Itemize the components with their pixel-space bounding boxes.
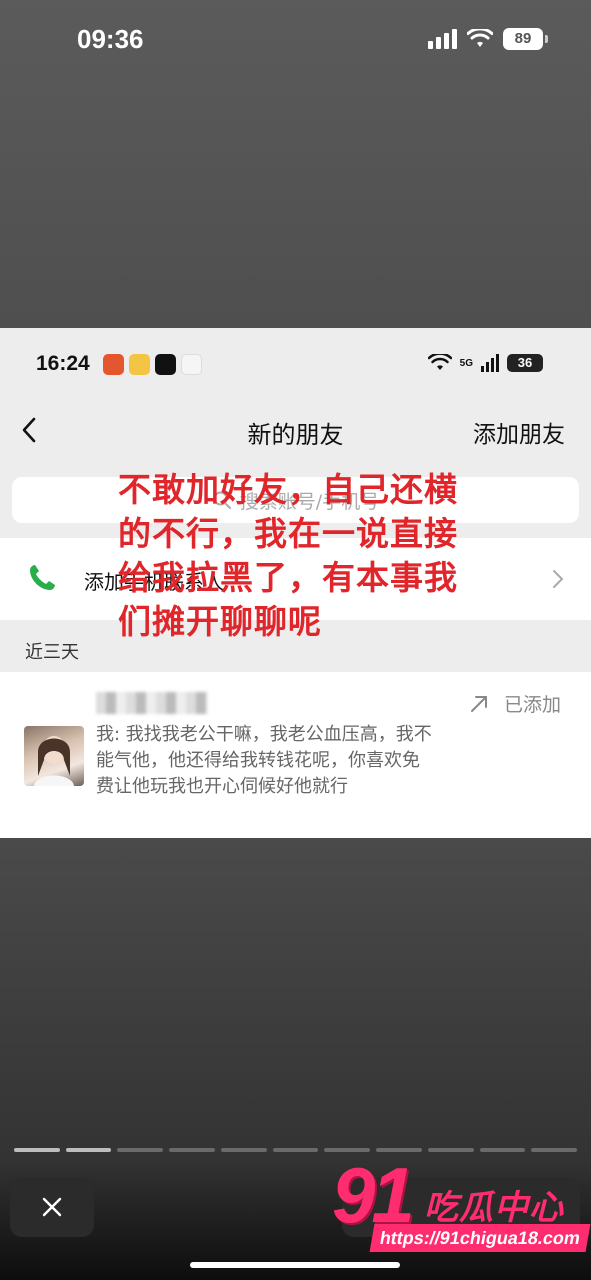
close-icon <box>42 1197 62 1217</box>
inner-wifi-icon <box>427 354 452 370</box>
story-segment <box>14 1148 60 1152</box>
section-header-recent: 近三天 <box>25 642 79 663</box>
inner-clock: 16:24 <box>36 352 90 375</box>
avatar[interactable] <box>24 726 84 786</box>
story-segment <box>220 1148 267 1152</box>
oppo-app-icon <box>181 354 202 375</box>
nav-bar: 新的朋友 添加朋友 <box>0 400 591 460</box>
cellular-signal-icon <box>428 29 457 49</box>
weather-app-icon <box>129 354 150 375</box>
home-indicator[interactable] <box>190 1262 400 1268</box>
friend-request-message: 我: 我找我老公干嘛，我老公血压高，我不能气他，他还得给我转钱花呢，你喜欢免费让… <box>96 724 432 797</box>
watermark-name: 吃瓜中心 <box>424 1188 564 1228</box>
outer-status-icons: 89 <box>428 28 548 50</box>
outer-clock: 09:36 <box>77 24 144 54</box>
arrow-up-right-icon <box>470 695 487 712</box>
watermark-url: https://91chigua18.com <box>369 1224 591 1252</box>
watermark-logo: 91 吃瓜中心 https://91chigua18.com <box>328 1150 591 1260</box>
story-segment <box>65 1148 112 1152</box>
inner-battery-icon: 36 <box>507 354 543 372</box>
add-friend-button[interactable]: 添加朋友 <box>473 415 565 449</box>
network-type-label: 5G <box>459 357 473 369</box>
inner-signal-icon <box>481 354 499 372</box>
story-segment <box>117 1148 164 1152</box>
friend-name-blurred <box>96 692 208 714</box>
chevron-right-icon <box>553 570 564 588</box>
phone-icon <box>30 565 55 590</box>
inner-status-bar: 16:24 5G 36 <box>0 328 591 400</box>
added-status: 已添加 <box>468 690 561 717</box>
added-status-label: 已添加 <box>503 694 561 716</box>
outer-status-bar: 09:36 89 <box>0 0 591 80</box>
tiktok-app-icon <box>155 354 176 375</box>
battery-icon: 89 <box>503 28 548 50</box>
app-icon-orange <box>103 354 124 375</box>
avatar-photo <box>34 736 74 786</box>
wifi-icon <box>467 29 493 47</box>
inner-status-icons: 5G 36 <box>427 354 543 372</box>
overlay-caption: 不敢加好友，自己还横的不行，我在一说直接给我拉黑了，有本事我们摊开聊聊呢 <box>118 470 458 641</box>
story-segment <box>272 1148 319 1152</box>
close-button[interactable] <box>10 1177 94 1237</box>
notification-app-icons <box>103 354 202 375</box>
story-segment <box>169 1148 215 1152</box>
